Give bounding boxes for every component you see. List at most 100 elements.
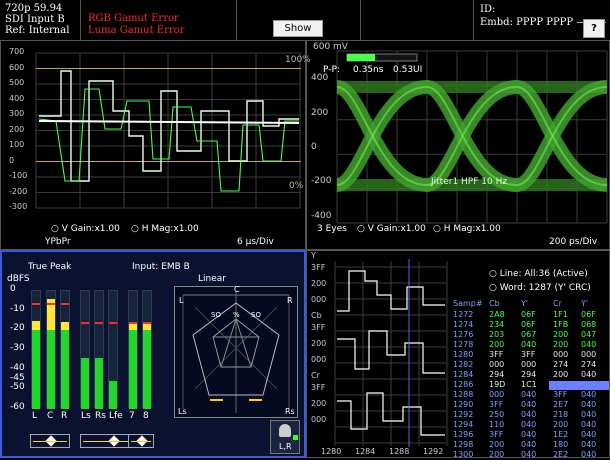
table-row[interactable]: 1274 234 06F 1FB 068: [453, 320, 609, 330]
surround-display: C L R Ls Rs SO % SO: [174, 285, 298, 418]
audio-panel[interactable]: True Peak Input: EMB B dBFS 0 -10 -20 -30 -4…: [0, 250, 306, 458]
table-row[interactable]: 1296 3FF 040 1E2 040: [453, 430, 609, 440]
peak-hold: [143, 322, 151, 325]
headphone-source: L,R: [279, 442, 292, 451]
phase-axis: [33, 441, 67, 442]
table-row[interactable]: 1282 000 000 274 274: [453, 360, 609, 370]
table-cell: 000: [553, 350, 569, 359]
data-view-panel[interactable]: Y 3FF 200 000 Cb 3FF 200 000 Cr 3FF 200 000 1280 128…: [306, 250, 610, 460]
chroma-trace: [38, 88, 299, 192]
table-cell: 1286: [453, 380, 474, 389]
table-row[interactable]: 1288 000 040 3FF 040: [453, 390, 609, 400]
eye-pattern-panel[interactable]: 600 mV P-P: 0.35ns 0.53UI 400 200 0 -200 -40…: [306, 40, 610, 250]
headphone-button[interactable]: L,R: [270, 420, 300, 454]
eye-y-tick: -400: [311, 210, 332, 221]
table-cell: 1E2: [553, 430, 569, 439]
channel-label: 8: [143, 411, 149, 421]
channel-label: L: [32, 411, 38, 421]
table-cell: 250: [489, 410, 505, 419]
surround-so-left: SO: [211, 311, 221, 319]
table-cell: 274: [581, 360, 597, 369]
channel-label: Lfe: [109, 411, 123, 421]
y-tick-label: 300: [9, 109, 25, 118]
true-peak-label: True Peak: [28, 262, 72, 272]
channel-label: 7: [129, 411, 135, 421]
table-cell: 1C1: [521, 380, 537, 389]
surround-l: L: [179, 296, 184, 305]
dbfs-unit: dBFS: [7, 274, 30, 284]
x-tick-label: 1280: [321, 447, 342, 456]
table-row[interactable]: 1272 2A8 06F 1F1 06F: [453, 310, 609, 320]
word-selector[interactable]: ○ Word: 1287 (Y' CRC): [489, 283, 591, 293]
table-cell: 180: [553, 440, 569, 449]
axis-label: 200: [311, 279, 327, 288]
table-cell: 2A8: [489, 310, 505, 319]
channel-label: Rs: [95, 411, 106, 421]
table-cell: 203: [489, 330, 505, 339]
table-row[interactable]: 1298 200 040 180 040: [453, 440, 609, 450]
line-selector[interactable]: ○ Line: All:36 (Active): [489, 269, 588, 279]
show-menu-button[interactable]: Show Menu: [273, 20, 323, 49]
table-row[interactable]: 1294 110 040 200 040: [453, 420, 609, 430]
table-cell: 200: [553, 330, 569, 339]
id-label: ID:: [480, 4, 496, 15]
table-row[interactable]: 1286 19D 1C1: [453, 380, 609, 390]
meter-level: [32, 320, 40, 409]
axis-label: 000: [311, 415, 327, 424]
peak-hold: [109, 322, 117, 325]
table-row[interactable]: 1278 200 040 200 040: [453, 340, 609, 350]
table-row[interactable]: 1290 3FF 040 2E7 040: [453, 400, 609, 410]
table-cell: 040: [581, 340, 597, 349]
table-row[interactable]: 1276 203 067 200 047: [453, 330, 609, 340]
sample-table: Samp# Cb Y' Cr Y' 1272 2A8 06F 1F1 06F 1274 234 06F…: [453, 299, 609, 460]
headphone-indicator: [293, 435, 298, 440]
meter-ls: [80, 290, 90, 409]
table-row[interactable]: 1284 294 294 200 040: [453, 370, 609, 380]
table-cell: 1290: [453, 400, 474, 409]
table-cell: 1272: [453, 310, 474, 319]
eye-y-tick: 400: [311, 73, 329, 84]
table-row[interactable]: 1280 3FF 3FF 000 000: [453, 350, 609, 360]
waveform-mode: YPbPr: [45, 237, 71, 247]
table-cell: 3FF: [489, 430, 504, 439]
y-tick-label: 700: [9, 47, 25, 56]
table-row[interactable]: 1300 200 040 2E2 040: [453, 450, 609, 460]
table-cell: 1284: [453, 370, 474, 379]
meter-8: [142, 290, 152, 409]
waveform-panel[interactable]: 700 600 500 400 300 200 100 0 -100 -200 -300 100% …: [0, 40, 311, 250]
meter-level: [95, 357, 103, 409]
radio-icon: ○: [489, 283, 500, 293]
axis-label: Y: [311, 251, 316, 260]
dbfs-tick: -20: [10, 323, 25, 334]
eye-scale-top: 600 mV: [313, 42, 348, 52]
eye-hmag: ○ H Mag:x1.00: [433, 224, 501, 234]
surround-ls: Ls: [178, 407, 187, 416]
table-cell: 1292: [453, 410, 474, 419]
table-cell: 040: [581, 430, 597, 439]
table-row[interactable]: 1292 250 040 218 040: [453, 410, 609, 420]
table-cell: 040: [581, 440, 597, 449]
peak-hold: [32, 302, 40, 305]
meter-level: [129, 324, 137, 409]
eye-vgain: ○ V Gain:x1.00: [357, 224, 426, 234]
table-cell: 1288: [453, 390, 474, 399]
table-cell: 1F1: [553, 310, 568, 319]
table-cell: 1298: [453, 440, 474, 449]
help-button[interactable]: ?: [583, 19, 605, 38]
table-cell: 294: [521, 370, 537, 379]
radio-icon: ○: [489, 269, 500, 279]
table-cell: 200: [489, 440, 505, 449]
luma-gamut-error: Luma Gamut Error: [88, 25, 185, 36]
y-tick-label: 100: [9, 140, 25, 149]
y-tick-label: 200: [9, 124, 25, 134]
dbfs-tick: 0: [10, 284, 16, 294]
x-tick-label: 1292: [423, 447, 444, 456]
axis-label: 200: [311, 399, 327, 408]
peak-hold: [47, 302, 55, 305]
surround-r: R: [287, 296, 293, 305]
input-source: SDI Input B: [5, 14, 65, 25]
table-header: Samp# Cb Y' Cr Y': [453, 299, 609, 310]
table-cell: 1282: [453, 360, 474, 369]
waveform-graticule: [35, 52, 301, 209]
table-cell: 294: [489, 370, 505, 379]
